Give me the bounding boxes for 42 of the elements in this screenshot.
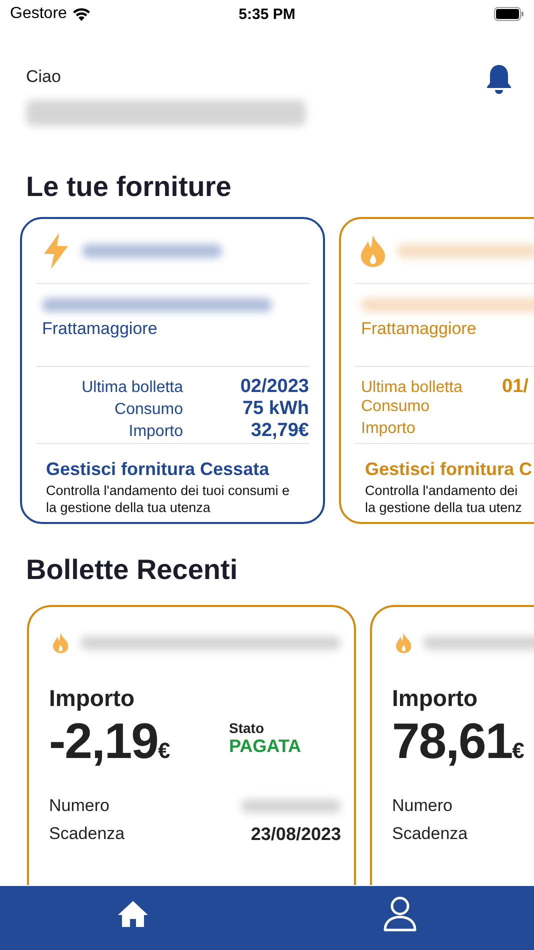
profile-icon[interactable] — [383, 896, 417, 932]
clock-time: 5:35 PM — [238, 6, 296, 22]
city-name: Frattamaggiore — [42, 319, 158, 339]
row-value: 01/ — [502, 376, 530, 398]
section-title: Bollette Recenti — [26, 554, 238, 585]
row-label: Ultima bolletta — [361, 379, 464, 397]
manage-supply-link[interactable]: Gestisci fornitura Cessata — [46, 459, 299, 480]
row-value: 32,79€ — [250, 420, 309, 442]
row-label: Importo — [361, 420, 416, 438]
currency-symbol: € — [158, 738, 170, 764]
battery-icon — [494, 7, 524, 21]
carrier-name: Gestore — [10, 5, 67, 23]
row-value: 23/08/2023 — [250, 824, 341, 844]
supply-description: Controlla l'andamento dei la gestione della tua utenz — [365, 482, 523, 516]
bill-amount: 78,61 — [392, 712, 512, 770]
amount-label: Importo — [49, 685, 136, 712]
row-label: Scadenza — [392, 824, 468, 844]
supply-description: Controlla l'andamento dei tuoi consumi e la gestione della tua utenza — [46, 482, 290, 516]
flame-icon — [361, 235, 385, 267]
row-value: 02/2023 — [239, 376, 309, 398]
row-label: Consumo — [114, 401, 183, 419]
flame-icon — [53, 631, 68, 655]
section-title: Le tue forniture — [26, 171, 232, 202]
bill-amount: -2,19 — [49, 712, 158, 770]
row-label: Numero — [392, 796, 452, 816]
row-label: Numero — [49, 796, 110, 816]
amount-label: Importo — [392, 685, 479, 712]
greeting: Ciao — [26, 67, 61, 87]
city-name: Frattamaggiore — [361, 319, 478, 339]
lightning-icon — [42, 233, 70, 269]
status-value: PAGATA — [229, 736, 301, 757]
row-label: Ultima bolletta — [80, 379, 183, 397]
currency-symbol: € — [512, 738, 524, 764]
row-value: 75 kWh — [241, 398, 309, 420]
bell-icon[interactable] — [486, 64, 512, 94]
home-icon[interactable] — [117, 900, 149, 928]
row-label: Importo — [128, 423, 183, 441]
flame-icon — [396, 631, 412, 655]
wifi-icon — [72, 7, 91, 21]
row-label: Scadenza — [49, 824, 125, 844]
status-label: Stato — [229, 720, 265, 736]
row-label: Consumo — [361, 398, 430, 416]
